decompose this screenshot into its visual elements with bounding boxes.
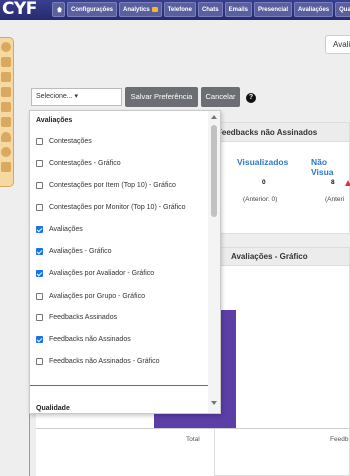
option-label: Contestações por Item (Top 10) - Gráfico (49, 181, 176, 189)
widget-select[interactable]: Selecione... ▾ (31, 88, 122, 106)
settings-icon[interactable] (1, 162, 11, 172)
calendar-icon[interactable] (1, 117, 11, 127)
option-contestacoes-grafico[interactable]: Contestações - Gráfico (36, 157, 121, 169)
option-label: Avaliações (49, 225, 83, 233)
checkbox-checked[interactable] (36, 335, 43, 343)
option-feedbacks-nao-assinados[interactable]: Feedbacks não Assinados (36, 333, 131, 345)
checkbox[interactable] (36, 313, 43, 321)
menu-configuracoes[interactable]: Configurações (67, 2, 118, 17)
option-contestacoes-monitor[interactable]: Contestações por Monitor (Top 10) - Gráf… (36, 201, 186, 213)
option-feedbacks-nao-assinados-grafico[interactable]: Feedbacks não Assinados - Gráfico (36, 355, 160, 367)
chart-x-axis (36, 428, 350, 429)
widget-dropdown-list[interactable]: Avaliações Contestações Contestações - G… (29, 110, 221, 414)
home-icon (56, 6, 63, 13)
bar-chart-icon[interactable] (1, 72, 11, 82)
feedbacks-widget-title: Feedbacks não Assinados (215, 123, 349, 142)
chat-icon[interactable] (1, 42, 11, 52)
checkbox-checked[interactable] (36, 225, 43, 233)
menu-analytics[interactable]: Analytics (119, 2, 162, 17)
stat-visualizados-previous: (Anterior: 0) (243, 196, 278, 203)
home-button[interactable] (52, 2, 65, 17)
group-avaliacoes: Avaliações (36, 117, 73, 124)
option-contestacoes-item[interactable]: Contestações por Item (Top 10) - Gráfico (36, 179, 176, 191)
option-label: Avaliações por Grupo - Gráfico (49, 292, 145, 300)
option-label: Avaliações - Gráfico (49, 247, 112, 255)
x-label-feedbacks: Feedb (330, 436, 349, 443)
scroll-up-icon[interactable] (211, 115, 217, 119)
dropdown-scrollbar[interactable] (208, 111, 220, 413)
checkbox[interactable] (36, 203, 43, 211)
checkbox[interactable] (36, 181, 43, 189)
stat-nao-visualizados-label: Não Visua (311, 157, 334, 177)
checkbox-checked[interactable] (36, 269, 43, 277)
grid-icon[interactable] (1, 102, 11, 112)
menu-analytics-label: Analytics (123, 7, 150, 13)
option-contestacoes[interactable]: Contestações (36, 135, 92, 147)
trend-up-icon (345, 180, 350, 186)
option-avaliacoes-avaliador[interactable]: Avaliações por Avaliador - Gráfico (36, 267, 154, 279)
group-qualidade: Qualidade (36, 405, 70, 412)
menu-emails[interactable]: Emails (224, 2, 252, 17)
option-avaliacoes-grafico[interactable]: Avaliações - Gráfico (36, 245, 112, 257)
stat-visualizados-value: 0 (262, 179, 266, 186)
option-label: Feedbacks Assinados (49, 313, 118, 321)
checkbox[interactable] (36, 159, 43, 167)
save-preference-button[interactable]: Salvar Preferência (125, 87, 198, 107)
menu-presencial[interactable]: Presencial (253, 2, 292, 17)
chart-icon[interactable] (1, 87, 11, 97)
option-label: Feedbacks não Assinados - Gráfico (49, 357, 160, 365)
stat-nao-visualizados-value: 8 (331, 179, 335, 186)
stat-visualizados-label: Visualizados (237, 157, 289, 167)
menu-avaliacoes[interactable]: Avaliações (294, 2, 334, 17)
list-icon[interactable] (1, 57, 11, 67)
option-avaliacoes-grupo[interactable]: Avaliações por Grupo - Gráfico (36, 290, 145, 302)
avaliacoes-chart-title: Avaliações - Gráfico (215, 248, 349, 266)
option-label: Contestações (49, 137, 92, 145)
option-label: Feedbacks não Assinados (49, 335, 131, 343)
checkbox[interactable] (36, 292, 43, 300)
help-icon[interactable]: ? (246, 93, 256, 103)
user-icon[interactable] (1, 147, 11, 157)
menu-qualidade[interactable]: Qua (335, 2, 350, 17)
scrollbar-thumb[interactable] (211, 125, 217, 217)
option-label: Contestações por Monitor (Top 10) - Gráf… (49, 203, 186, 211)
app-logo[interactable]: CYF (2, 0, 37, 19)
headset-icon[interactable] (1, 132, 11, 142)
scroll-down-icon[interactable] (211, 401, 217, 405)
lock-icon (151, 6, 158, 12)
menu-telefone[interactable]: Telefone (163, 2, 196, 17)
cancel-button[interactable]: Cancelar (201, 87, 240, 107)
option-feedbacks-assinados[interactable]: Feedbacks Assinados (36, 311, 117, 323)
left-toolbar (0, 37, 14, 187)
stat-nao-visualizados-previous: (Anteri (325, 196, 345, 203)
option-label: Avaliações por Avaliador - Gráfico (49, 269, 155, 277)
group-separator (30, 385, 208, 386)
main-menu: Configurações Analytics Telefone Chats E… (52, 2, 350, 17)
checkbox-checked[interactable] (36, 247, 43, 255)
checkbox[interactable] (36, 357, 43, 365)
feedbacks-widget: Feedbacks não Assinados Visualizados 0 (… (214, 122, 350, 234)
option-label: Contestações - Gráfico (49, 159, 121, 167)
menu-chats[interactable]: Chats (197, 2, 223, 17)
avaliacoes-button[interactable]: Avali (325, 35, 350, 54)
checkbox[interactable] (36, 137, 43, 145)
x-label-total: Total (186, 436, 200, 443)
top-nav-bar: CYF Configurações Analytics Telefone Cha… (0, 0, 350, 20)
option-avaliacoes[interactable]: Avaliações (36, 223, 83, 235)
